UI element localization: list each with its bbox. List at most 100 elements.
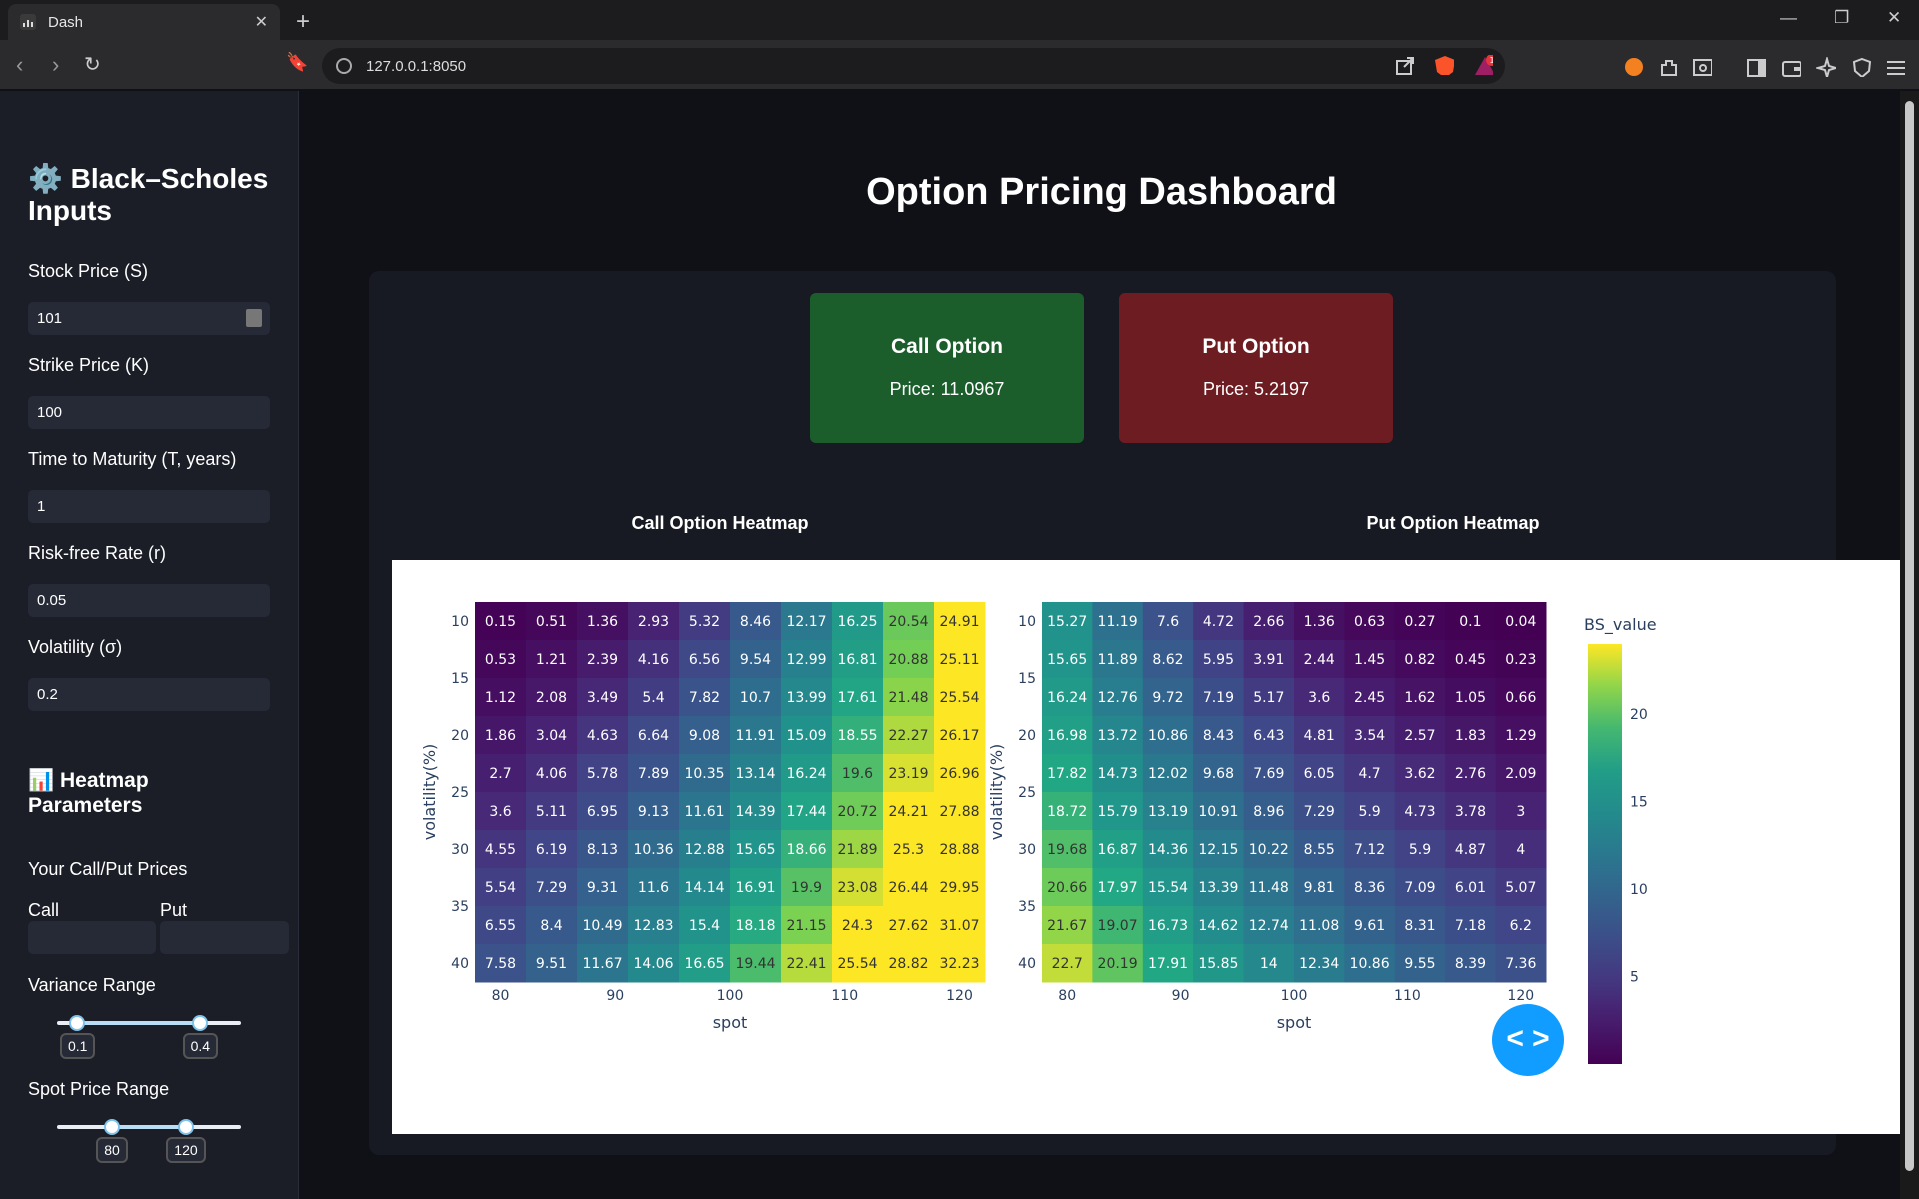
scrollbar-thumb[interactable] [1905,101,1914,1171]
cell-value-label: 12.99 [786,652,826,668]
extension-orange-icon[interactable] [1624,57,1644,77]
cell-value-label: 22.41 [786,956,826,972]
maturity-input[interactable]: 1 [28,490,270,523]
extensions-puzzle-icon[interactable] [1658,57,1678,77]
cell-value-label: 25.54 [837,956,877,972]
close-window-icon[interactable]: ✕ [1887,8,1901,28]
new-tab-icon[interactable]: + [296,8,310,36]
colorbar-tick-label: 15 [1630,795,1648,811]
variance-high-handle[interactable] [192,1015,209,1031]
number-spinner-icon[interactable] [246,309,262,327]
site-info-icon[interactable] [336,58,352,74]
cell-value-label: 1.86 [485,728,516,744]
y-axis-title: volatility(%) [420,744,439,841]
call-heatmap-title: Call Option Heatmap [631,513,809,533]
reader-icon[interactable] [1692,57,1712,77]
cell-value-label: 5.9 [1409,842,1431,858]
cell-value-label: 3 [1516,804,1525,820]
cell-value-label: 6.05 [1304,766,1335,782]
cell-value-label: 8.96 [1253,804,1284,820]
cell-value-label: 13.72 [1098,728,1138,744]
cell-value-label: 8.31 [1404,918,1435,934]
variance-high-tooltip: 0.4 [182,1033,219,1059]
put-price-input[interactable] [160,921,289,954]
heatmaps-svg[interactable]: 0.15 0.51 1.36 2.93 5.32 8.46 12.17 16.25 20.54 2… [392,560,1904,1134]
brave-rewards-icon[interactable]: 1 [1473,55,1493,75]
cell-value-label: 10.86 [1350,956,1390,972]
cell-value-label: 19.6 [842,766,873,782]
cell-value-label: 13.14 [735,766,775,782]
brave-shield-icon[interactable] [1434,55,1454,75]
cell-value-label: 10.91 [1198,804,1238,820]
cell-value-label: 24.91 [939,614,979,630]
cell-value-label: 20.88 [888,652,928,668]
browser-tab[interactable]: Dash ✕ [8,4,280,40]
cell-value-label: 4.16 [638,652,669,668]
cell-value-label: 22.7 [1052,956,1083,972]
variance-low-handle[interactable] [69,1015,86,1031]
bookmark-icon[interactable]: 🔖 [286,52,308,73]
variance-range-label: Variance Range [28,975,156,995]
strike-price-input[interactable]: 100 [28,396,270,429]
cell-value-label: 19.68 [1047,842,1087,858]
spot-high-handle[interactable] [177,1119,194,1135]
cell-value-label: 11.19 [1098,614,1138,630]
cell-value-label: 20.66 [1047,880,1087,896]
cell-value-label: 26.17 [939,728,979,744]
forward-icon[interactable]: › [52,52,59,78]
cell-value-label: 26.96 [939,766,979,782]
back-icon[interactable]: ‹ [16,52,23,78]
strike-price-label: Strike Price (K) [28,355,150,375]
sidebar-toggle-icon[interactable] [1746,57,1766,77]
cell-value-label: 1.62 [1404,690,1435,706]
vpn-shield-icon[interactable] [1851,57,1871,77]
cell-value-label: 10.22 [1249,842,1289,858]
cell-value-label: 8.46 [740,614,771,630]
stock-price-value: 101 [37,310,63,327]
dash-debug-button[interactable]: < > [1492,1004,1564,1076]
cell-value-label: 1.45 [1354,652,1385,668]
cell-value-label: 5.11 [536,804,567,820]
y-tick-label: 10 [451,614,469,630]
cell-value-label: 7.09 [1404,880,1435,896]
volatility-input[interactable]: 0.2 [28,678,270,711]
cell-value-label: 6.55 [485,918,516,934]
cell-value-label: 9.68 [1203,766,1234,782]
put-card-price: Price: 5.2197 [1202,379,1310,399]
restore-icon[interactable]: ❐ [1834,8,1849,28]
cell-value-label: 7.36 [1505,956,1536,972]
page-scrollbar[interactable] [1900,91,1919,1199]
x-tick-label: 110 [1394,988,1421,1004]
cell-value-label: 4.81 [1304,728,1335,744]
share-icon[interactable] [1394,55,1414,75]
cell-value-label: 12.83 [633,918,673,934]
close-tab-icon[interactable]: ✕ [255,12,268,32]
cell-value-label: 12.76 [1098,690,1138,706]
reload-icon[interactable]: ↻ [84,52,101,77]
maturity-value: 1 [37,498,46,515]
cell-value-label: 16.91 [735,880,775,896]
cell-value-label: 22.27 [888,728,928,744]
address-bar[interactable]: 127.0.0.1:8050 [322,48,1505,84]
cell-value-label: 6.43 [1253,728,1284,744]
minimize-icon[interactable]: — [1780,8,1797,28]
cell-value-label: 11.91 [735,728,775,744]
spot-low-handle[interactable] [104,1119,121,1135]
leo-ai-icon[interactable] [1816,57,1836,77]
cell-value-label: 2.45 [1354,690,1385,706]
cell-value-label: 27.62 [888,918,928,934]
cell-value-label: 2.66 [1253,614,1284,630]
call-option-card: Call Option Price: 11.0967 [810,293,1084,443]
menu-icon[interactable] [1885,58,1905,78]
risk-free-rate-input[interactable]: 0.05 [28,584,270,617]
code-brackets-icon: < > [1506,1022,1550,1055]
cell-value-label: 16.24 [786,766,826,782]
stock-price-input[interactable]: 101 [28,302,270,335]
cell-value-label: 16.24 [1047,690,1087,706]
wallet-icon[interactable] [1781,57,1801,77]
dash-favicon-icon [20,14,36,30]
cell-value-label: 26.44 [888,880,928,896]
cell-value-label: 2.93 [638,614,669,630]
heatmap-plot-area[interactable]: 0.15 0.51 1.36 2.93 5.32 8.46 12.17 16.25 20.54 2… [392,560,1904,1134]
call-price-input[interactable] [28,921,156,954]
